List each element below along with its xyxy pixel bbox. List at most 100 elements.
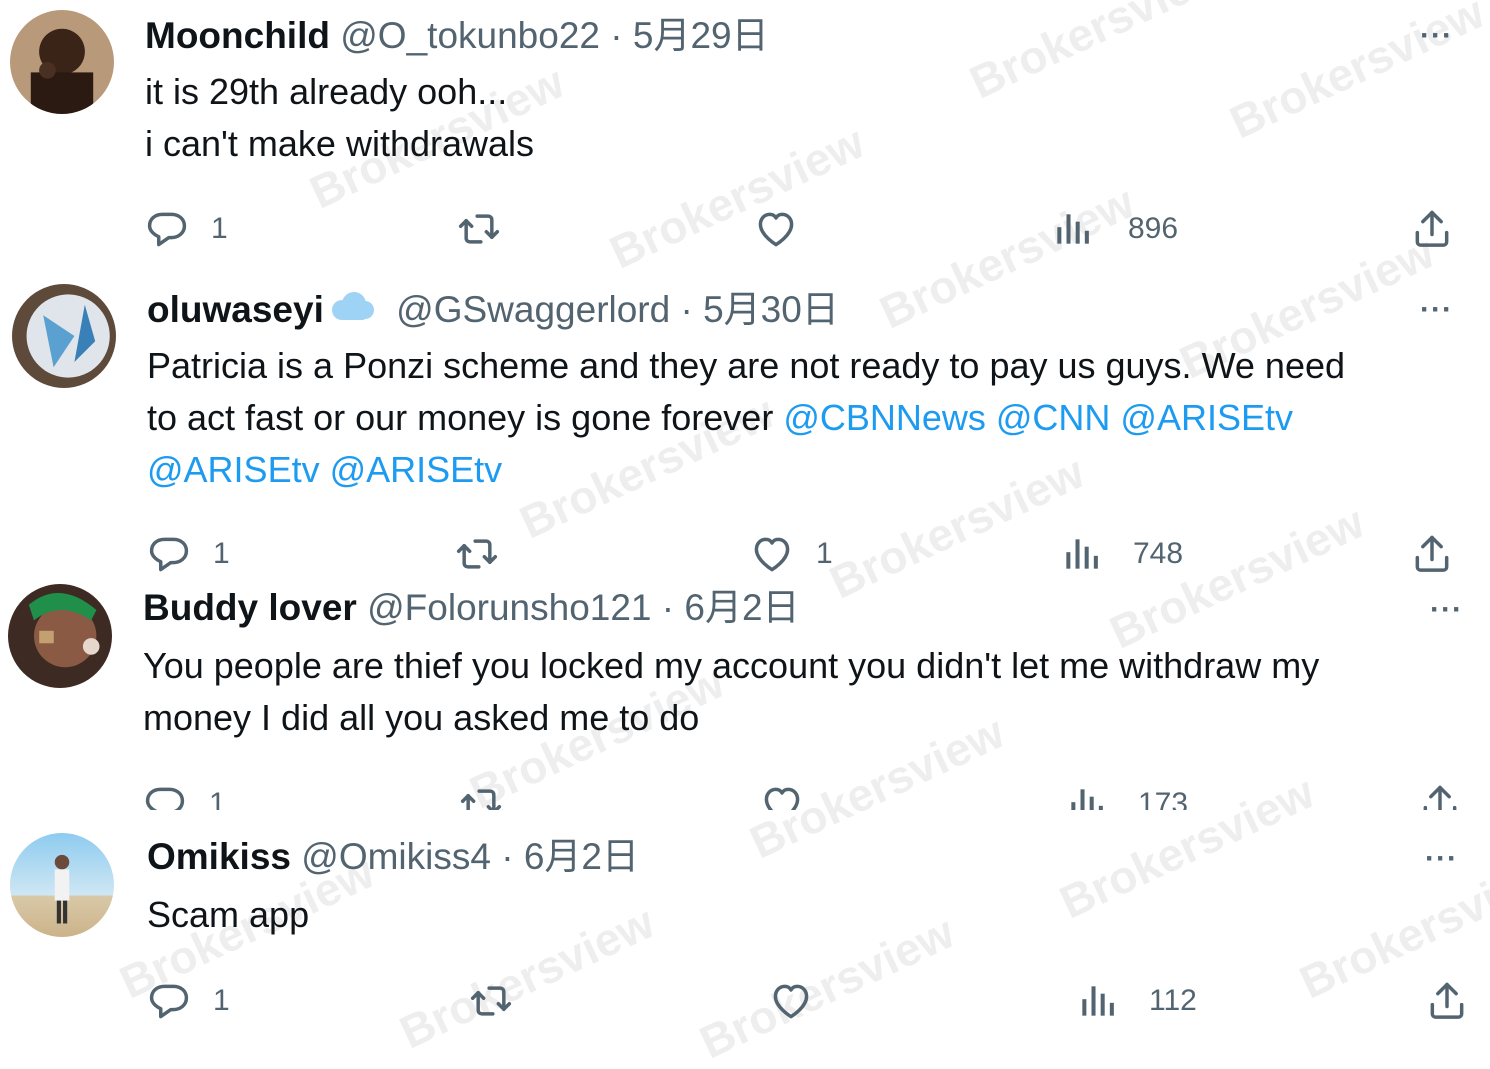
action-bar: 1 112 [147,977,1467,1025]
display-name[interactable]: oluwaseyi [147,289,324,330]
reply-button[interactable]: 1 [143,780,226,810]
reply-count: 1 [209,787,226,810]
reply-count: 1 [213,537,230,570]
like-count: 1 [816,537,833,570]
more-icon[interactable]: ··· [1420,295,1453,325]
reply-button[interactable]: 1 [147,977,230,1025]
display-name[interactable]: Moonchild [145,15,330,56]
views-icon [1064,782,1108,810]
tweet-header: Moonchild @O_tokunbo22 · 5月29日 [145,14,769,58]
views-button[interactable]: 748 [1059,530,1183,578]
views-count: 748 [1133,537,1184,570]
avatar[interactable] [10,833,114,937]
reply-button[interactable]: 1 [147,530,230,578]
views-button[interactable]: 173 [1064,780,1188,810]
separator: · [501,836,514,877]
mention-links[interactable]: @CBNNews @CNN @ARISEtv [783,397,1293,438]
views-count: 173 [1138,787,1189,810]
tweet[interactable]: Moonchild @O_tokunbo22 · 5月29日 ··· it is… [0,0,1490,270]
reply-icon [143,782,187,810]
tweet-line: it is 29th already ooh... [145,71,508,112]
views-icon [1075,979,1119,1023]
tweet[interactable]: Buddy lover @Folorunsho121 · 6月2日 ··· Yo… [0,580,1490,810]
reply-icon [145,207,189,251]
separator: · [610,15,623,56]
tweet-date[interactable]: 6月2日 [684,587,799,628]
avatar[interactable] [12,284,116,388]
share-button[interactable] [1418,780,1462,810]
avatar[interactable] [8,584,112,688]
mention-links[interactable]: @ARISEtv @ARISEtv [147,444,1345,496]
like-icon [754,207,798,251]
tweet-line: i can't make withdrawals [145,123,535,164]
tweet-text: it is 29th already ooh... i can't make w… [145,66,534,170]
retweet-icon [457,207,501,251]
retweet-icon [459,782,503,810]
tweet-date[interactable]: 6月2日 [524,836,639,877]
reply-icon [147,979,191,1023]
retweet-icon [455,532,499,576]
views-button[interactable]: 896 [1050,205,1178,253]
like-button[interactable] [769,977,813,1025]
more-icon[interactable]: ··· [1425,844,1458,874]
reply-count: 1 [213,984,230,1017]
action-bar: 1 1 748 [147,530,1467,578]
tweet-line: You people are thief you locked my accou… [143,645,1320,686]
share-icon [1410,207,1454,251]
tweet-header: Omikiss @Omikiss4 · 6月2日 [147,835,639,879]
tweet-text: Scam app [147,889,309,941]
reply-button[interactable]: 1 [145,205,228,253]
tweet[interactable]: oluwaseyi @GSwaggerlord · 5月30日 ··· Patr… [0,270,1490,580]
tweet-line: money I did all you asked me to do [143,697,700,738]
user-handle[interactable]: @O_tokunbo22 [340,15,600,56]
share-icon [1410,532,1454,576]
reply-count: 1 [211,212,228,245]
views-count: 112 [1149,984,1197,1017]
tweet-date[interactable]: 5月29日 [633,15,769,56]
like-icon [769,979,813,1023]
user-handle[interactable]: @Omikiss4 [301,836,491,877]
views-count: 896 [1128,212,1179,245]
views-button[interactable]: 112 [1075,977,1197,1025]
share-button[interactable] [1425,977,1469,1025]
retweet-button[interactable] [459,780,503,810]
like-button[interactable] [754,205,798,253]
display-name[interactable]: Omikiss [147,836,291,877]
tweet-text: You people are thief you locked my accou… [143,640,1319,744]
like-icon [750,532,794,576]
user-handle[interactable]: @Folorunsho121 [367,587,651,628]
separator: · [680,289,693,330]
share-button[interactable] [1410,205,1454,253]
retweet-button[interactable] [469,977,513,1025]
tweet-line: Scam app [147,894,310,935]
more-icon[interactable]: ··· [1430,595,1463,625]
avatar[interactable] [10,10,114,114]
tweet-text: Patricia is a Ponzi scheme and they are … [147,340,1345,496]
like-icon [760,782,804,810]
cloud-emoji-icon [328,290,376,334]
tweet-line: Patricia is a Ponzi scheme and they are … [147,345,1346,386]
reply-icon [147,532,191,576]
views-icon [1050,207,1094,251]
more-icon[interactable]: ··· [1420,21,1453,51]
retweet-icon [469,979,513,1023]
tweet-line: to act fast or our money is gone forever… [147,392,1345,444]
tweet-line-text: to act fast or our money is gone forever [147,397,784,438]
user-handle[interactable]: @GSwaggerlord [396,289,670,330]
like-button[interactable] [760,780,804,810]
action-bar: 1 173 [143,780,1463,810]
separator: · [661,587,675,628]
share-icon [1425,979,1469,1023]
tweet[interactable]: Omikiss @Omikiss4 · 6月2日 ··· Scam app 1 … [0,815,1490,1036]
action-bar: 1 896 [145,205,1465,253]
tweet-header: oluwaseyi @GSwaggerlord · 5月30日 [147,288,839,334]
tweet-date[interactable]: 5月30日 [703,289,839,330]
like-button[interactable]: 1 [750,530,833,578]
views-icon [1059,532,1103,576]
retweet-button[interactable] [455,530,499,578]
share-button[interactable] [1410,530,1454,578]
retweet-button[interactable] [457,205,501,253]
tweet-header: Buddy lover @Folorunsho121 · 6月2日 [143,586,800,630]
share-icon [1418,782,1462,810]
display-name[interactable]: Buddy lover [143,587,357,628]
